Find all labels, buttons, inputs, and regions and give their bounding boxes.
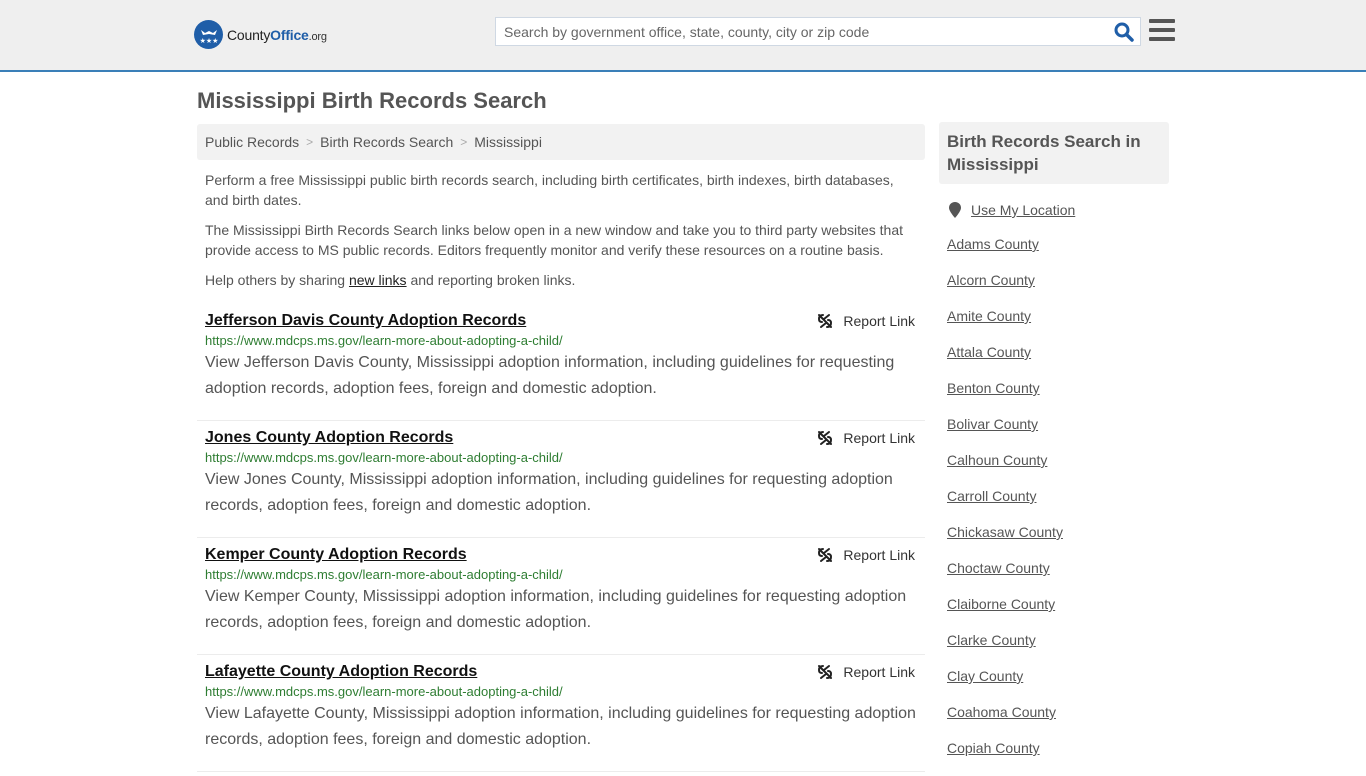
intro-paragraph-3: Help others by sharing new links and rep… [205,270,917,290]
county-list-item: Clay County [947,668,1169,704]
result-title-link[interactable]: Lafayette County Adoption Records [205,663,477,681]
search-button[interactable] [1114,22,1134,42]
result-description: View Jones County, Mississippi adoption … [205,471,893,514]
result-description: View Kemper County, Mississippi adoption… [205,588,907,631]
sidebar-heading: Birth Records Search in Mississippi [939,122,1169,184]
broken-link-icon [818,314,833,328]
county-list-item: Copiah County [947,740,1169,776]
intro-text-after: and reporting broken links. [406,272,576,288]
report-link-button[interactable]: Report Link [817,313,915,329]
county-list-item: Alcorn County [947,272,1169,308]
result-title-link[interactable]: Jefferson Davis County Adoption Records [205,312,526,330]
result-item: Jefferson Davis County Adoption Records … [197,304,925,421]
logo-wordmark: CountyOffice.org [227,27,327,43]
breadcrumb: Public Records > Birth Records Search > … [197,124,925,160]
breadcrumb-public-records[interactable]: Public Records [205,134,299,150]
result-url: https://www.mdcps.ms.gov/learn-more-abou… [205,567,563,582]
new-links-link[interactable]: new links [349,272,407,288]
intro-text: Perform a free Mississippi public birth … [205,170,917,300]
result-title-link[interactable]: Jones County Adoption Records [205,429,453,447]
county-list-item: Attala County [947,344,1169,380]
hamburger-menu-icon[interactable] [1149,19,1175,41]
site-header: ★★★ CountyOffice.org [0,0,1366,72]
county-link[interactable]: Attala County [947,344,1031,360]
county-list-item: Amite County [947,308,1169,344]
county-link[interactable]: Carroll County [947,488,1036,504]
county-list-item: Adams County [947,236,1169,272]
county-list-item: Clarke County [947,632,1169,668]
report-link-button[interactable]: Report Link [817,430,915,446]
use-my-location-link[interactable]: Use My Location [971,202,1075,218]
result-url: https://www.mdcps.ms.gov/learn-more-abou… [205,450,563,465]
logo-text-tld: .org [308,30,327,43]
report-link-label: Report Link [843,547,915,563]
broken-link-icon [818,665,833,679]
county-list: Adams County Alcorn County Amite County … [939,236,1169,776]
search-box [495,17,1141,46]
report-link-label: Report Link [843,664,915,680]
county-link[interactable]: Chickasaw County [947,524,1063,540]
county-link[interactable]: Coahoma County [947,704,1056,720]
county-link[interactable]: Clay County [947,668,1023,684]
county-list-item: Bolivar County [947,416,1169,452]
broken-link-icon [818,548,833,562]
result-item: Jones County Adoption Records Report Lin… [197,421,925,538]
result-description: View Lafayette County, Mississippi adopt… [205,705,916,748]
result-url: https://www.mdcps.ms.gov/learn-more-abou… [205,333,563,348]
report-link-label: Report Link [843,313,915,329]
result-item: Lafayette County Adoption Records Report… [197,655,925,772]
county-list-item: Calhoun County [947,452,1169,488]
result-item: Kemper County Adoption Records Report Li… [197,538,925,655]
county-link[interactable]: Adams County [947,236,1039,252]
result-description: View Jefferson Davis County, Mississippi… [205,354,895,397]
county-link[interactable]: Bolivar County [947,416,1038,432]
breadcrumb-mississippi[interactable]: Mississippi [474,134,542,150]
report-link-button[interactable]: Report Link [817,664,915,680]
breadcrumb-separator-icon: > [460,135,468,149]
county-list-item: Choctaw County [947,560,1169,596]
intro-paragraph-2: The Mississippi Birth Records Search lin… [205,222,904,258]
report-link-button[interactable]: Report Link [817,547,915,563]
county-link[interactable]: Amite County [947,308,1031,324]
results-list: Jefferson Davis County Adoption Records … [197,304,925,772]
search-icon [1114,22,1134,42]
county-link[interactable]: Alcorn County [947,272,1035,288]
county-link[interactable]: Calhoun County [947,452,1047,468]
county-list-item: Claiborne County [947,596,1169,632]
breadcrumb-birth-records-search[interactable]: Birth Records Search [320,134,453,150]
map-pin-icon [949,202,961,218]
page-title: Mississippi Birth Records Search [197,88,547,113]
logo-text-county: County [227,26,271,43]
county-list-item: Coahoma County [947,704,1169,740]
county-list-item: Benton County [947,380,1169,416]
county-link[interactable]: Benton County [947,380,1040,396]
intro-paragraph-1: Perform a free Mississippi public birth … [205,172,894,208]
svg-text:★★★: ★★★ [199,37,218,45]
result-title-link[interactable]: Kemper County Adoption Records [205,546,467,564]
county-list-item: Chickasaw County [947,524,1169,560]
eagle-stars-logo-icon: ★★★ [194,20,223,49]
sidebar: Birth Records Search in Mississippi Use … [939,122,1169,776]
use-location-row: Use My Location [939,202,1169,218]
broken-link-icon [818,431,833,445]
report-link-label: Report Link [843,430,915,446]
county-link[interactable]: Copiah County [947,740,1040,756]
intro-text-before: Help others by sharing [205,272,349,288]
search-input[interactable] [496,18,1106,45]
county-link[interactable]: Claiborne County [947,596,1055,612]
logo-text-office: Office [270,26,309,43]
breadcrumb-separator-icon: > [306,135,314,149]
county-list-item: Carroll County [947,488,1169,524]
county-link[interactable]: Choctaw County [947,560,1050,576]
site-logo[interactable]: ★★★ CountyOffice.org [194,20,327,49]
result-url: https://www.mdcps.ms.gov/learn-more-abou… [205,684,563,699]
county-link[interactable]: Clarke County [947,632,1036,648]
